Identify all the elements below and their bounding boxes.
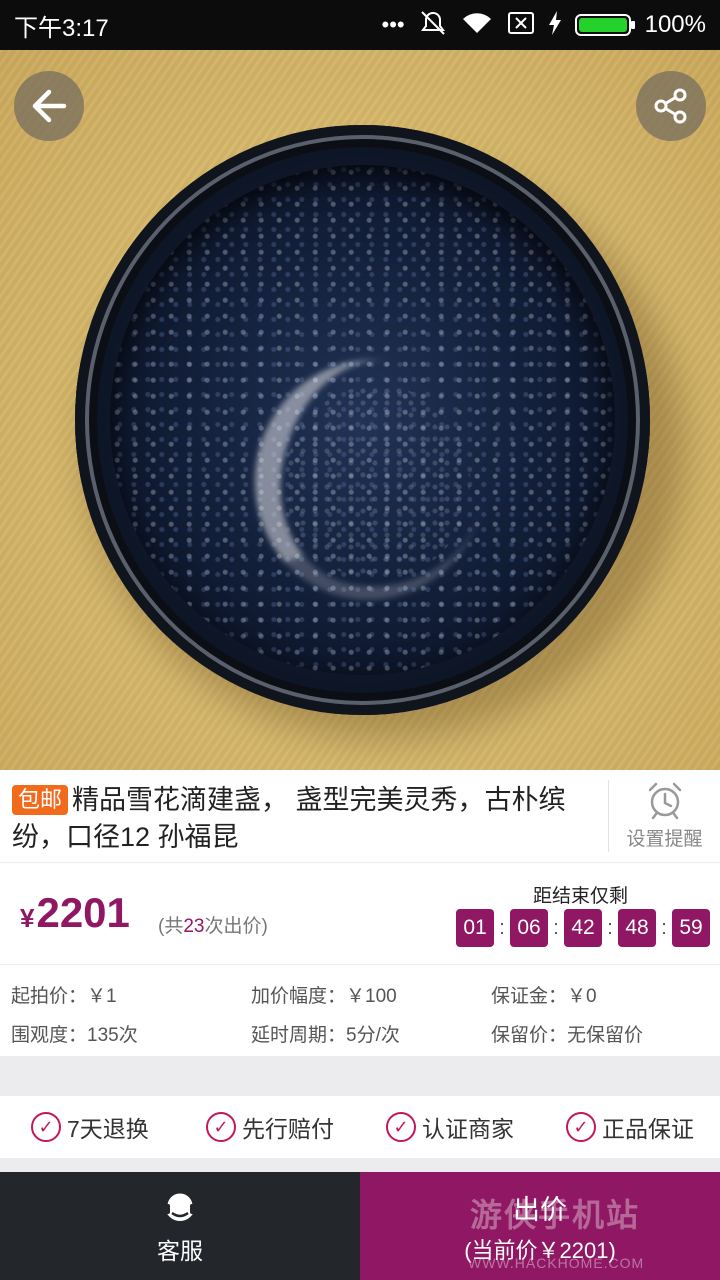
countdown-separator: : [661,916,667,939]
guarantee-label: 先行赔付 [242,1116,334,1142]
bids-prefix: (共 [158,916,184,937]
status-time: 下午3:17 [14,14,109,42]
no-sim-icon [507,11,535,39]
mute-icon [419,10,447,40]
countdown-hours: 06 [510,909,548,947]
check-circle-icon: ✓ [566,1112,596,1142]
current-price-label: (当前价￥2201) [464,1237,616,1263]
bid-increment: 加价幅度：￥100 [251,986,397,1007]
status-icons: ••• 100% [381,10,706,40]
bids-count: 23 [183,916,205,937]
title-section: 包邮 精品雪花滴建盏， 盏型完美灵秀，古朴缤纷，口径12 孙福昆 设置提醒 [0,770,720,862]
currency-symbol: ¥ [20,903,35,933]
share-icon [654,88,687,124]
customer-service-button[interactable]: 客服 [0,1172,360,1280]
set-reminder-label: 设置提醒 [626,829,703,850]
check-circle-icon: ✓ [386,1112,416,1142]
share-button[interactable] [636,71,706,141]
guarantee-certified-merchant: ✓ 认证商家 [386,1110,514,1144]
countdown-label: 距结束仅剩 [533,886,629,907]
deposit: 保证金：￥0 [491,986,597,1007]
wifi-icon [461,11,493,39]
auction-info-grid: 起拍价：￥1 加价幅度：￥100 保证金：￥0 围观度：135次 延时周期：5分… [11,981,711,1047]
bottom-action-bar: 客服 出价 (当前价￥2201) [0,1172,720,1280]
start-price: 起拍价：￥1 [11,986,117,1007]
guarantee-authentic: ✓ 正品保证 [566,1110,694,1144]
guarantees-section: ✓ 7天退换 ✓ 先行赔付 ✓ 认证商家 ✓ 正品保证 [0,1096,720,1158]
countdown-minutes: 42 [564,909,602,947]
battery-text: 100% [644,11,706,38]
current-price: ¥2201 [20,889,130,937]
guarantee-advance-compensation: ✓ 先行赔付 [206,1110,334,1144]
item-title-text: 精品雪花滴建盏， 盏型完美灵秀，古朴缤纷，口径12 孙福昆 [12,785,566,852]
reserve-price: 保留价：无保留价 [491,1025,644,1046]
check-circle-icon: ✓ [31,1112,61,1142]
arrow-left-icon [32,89,67,123]
delay-period: 延时周期：5分/次 [251,1025,400,1046]
battery-icon [574,14,635,36]
charging-icon [548,11,561,39]
countdown-seconds: 48 [618,909,656,947]
status-bar: 下午3:17 ••• 100% [0,0,720,50]
bid-count: (共23次出价) [158,911,268,938]
item-title: 包邮 精品雪花滴建盏， 盏型完美灵秀，古朴缤纷，口径12 孙福昆 [12,782,602,856]
view-count: 围观度：135次 [11,1025,138,1046]
battery-level [578,18,627,32]
headset-icon [164,1190,196,1221]
place-bid-button[interactable]: 出价 (当前价￥2201) [360,1172,720,1280]
auction-info-section: 起拍价：￥1 加价幅度：￥100 保证金：￥0 围观度：135次 延时周期：5分… [0,964,720,1056]
set-reminder-button[interactable]: 设置提醒 [608,780,720,852]
more-dots-icon: ••• [381,12,405,37]
countdown-separator: : [499,916,505,939]
countdown-days: 01 [456,909,494,947]
bids-suffix: 次出价) [204,916,268,937]
guarantee-7-day-return: ✓ 7天退换 [31,1110,149,1144]
customer-service-label: 客服 [157,1238,203,1264]
guarantee-label: 认证商家 [422,1116,514,1142]
countdown-separator: : [553,916,559,939]
countdown-separator: : [607,916,613,939]
guarantee-label: 正品保证 [602,1116,694,1142]
guarantee-label: 7天退换 [67,1116,149,1142]
price-value: 2201 [36,889,130,936]
back-button[interactable] [14,71,84,141]
bowl-center [285,385,470,580]
alarm-clock-icon [648,782,681,820]
free-shipping-tag: 包邮 [12,785,69,815]
product-image[interactable] [0,50,720,770]
place-bid-label: 出价 [513,1194,567,1225]
price-section: ¥2201 (共23次出价) 距结束仅剩 01 : 06 : 42 : 48 :… [0,862,720,964]
countdown-centiseconds: 59 [672,909,710,947]
countdown-timer: 01 : 06 : 42 : 48 : 59 [456,909,710,947]
check-circle-icon: ✓ [206,1112,236,1142]
